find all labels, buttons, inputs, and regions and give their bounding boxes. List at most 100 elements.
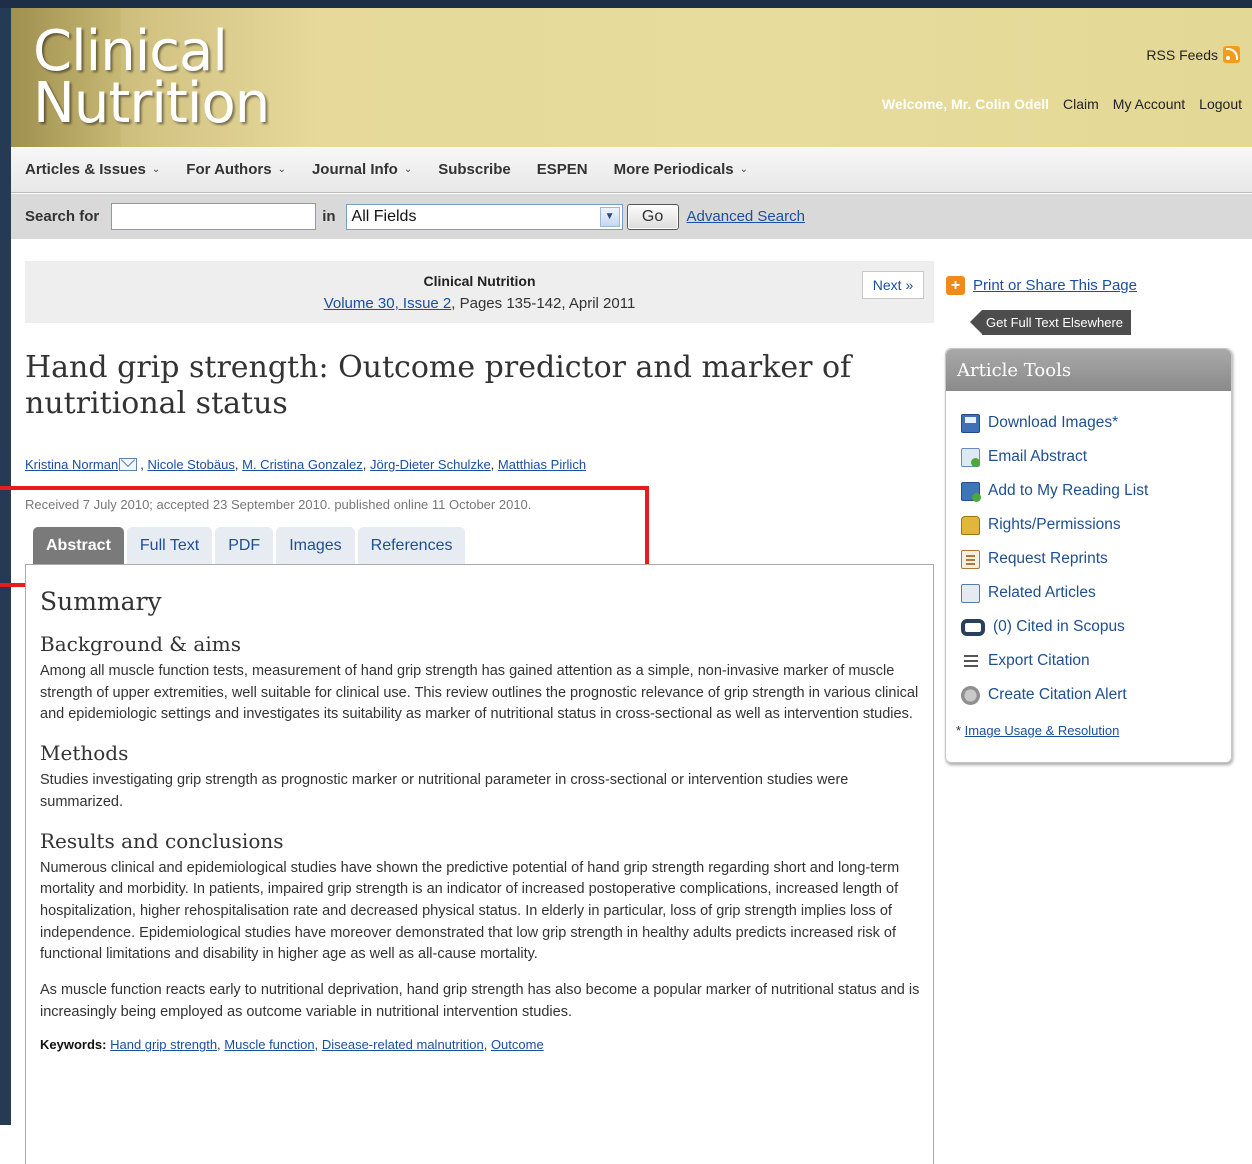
issue-info: Volume 30, Issue 2, Pages 135-142, April…: [25, 295, 934, 312]
tool-create-citation-alert[interactable]: Create Citation Alert: [961, 678, 1148, 712]
tool-label[interactable]: Request Reprints: [988, 550, 1108, 568]
print-share-link[interactable]: + Print or Share This Page: [946, 276, 1137, 295]
nav-label: More Periodicals: [613, 161, 734, 178]
reprints-icon: [961, 549, 980, 569]
author-link[interactable]: Nicole Stobäus: [147, 457, 234, 472]
user-links: Welcome, Mr. Colin Odell Claim My Accoun…: [882, 96, 1242, 112]
nav-subscribe[interactable]: Subscribe: [438, 161, 511, 178]
logout-link[interactable]: Logout: [1199, 96, 1242, 112]
author-link[interactable]: Matthias Pirlich: [498, 457, 586, 472]
note-prefix: *: [956, 723, 965, 738]
nav-more-periodicals[interactable]: More Periodicals ⌄: [614, 161, 748, 178]
chevron-down-icon: ⌄: [151, 164, 161, 175]
keyword-link[interactable]: Outcome: [491, 1037, 544, 1052]
tool-request-reprints[interactable]: Request Reprints: [961, 542, 1148, 576]
search-field-select[interactable]: All Fields ▼: [345, 203, 623, 230]
email-icon[interactable]: [119, 458, 138, 471]
claim-link[interactable]: Claim: [1063, 96, 1099, 112]
get-full-text-button[interactable]: Get Full Text Elsewhere: [969, 310, 1132, 335]
keyword-link[interactable]: Disease-related malnutrition: [322, 1037, 484, 1052]
main-nav: Articles & Issues ⌄ For Authors ⌄ Journal …: [11, 147, 1252, 193]
image-usage-link[interactable]: Image Usage & Resolution: [965, 723, 1120, 738]
select-value: All Fields: [351, 207, 417, 225]
author-link[interactable]: Jörg-Dieter Schulzke: [370, 457, 491, 472]
tool-label[interactable]: (0) Cited in Scopus: [993, 618, 1125, 636]
nav-label: Articles & Issues: [25, 161, 146, 178]
site-header: Clinical Nutrition RSS Feeds Welcome, Mr…: [11, 8, 1252, 147]
nav-label: ESPEN: [536, 161, 588, 178]
nav-label: Journal Info: [311, 161, 398, 178]
tool-email-abstract[interactable]: Email Abstract: [961, 440, 1148, 474]
tool-label[interactable]: Create Citation Alert: [988, 686, 1127, 704]
chevron-down-icon: ⌄: [403, 164, 413, 175]
logo-line-2: Nutrition: [33, 71, 270, 136]
keywords: Keywords: Hand grip strength, Muscle fun…: [40, 1037, 544, 1053]
article-tools-panel: Article Tools Download Images* Email Abs…: [945, 348, 1232, 763]
tool-export-citation[interactable]: Export Citation: [961, 644, 1148, 678]
go-button[interactable]: Go: [626, 203, 679, 230]
results-text-2: As muscle function reacts early to nutri…: [40, 982, 920, 1020]
nav-for-authors[interactable]: For Authors ⌄: [186, 161, 286, 178]
export-icon: [961, 652, 980, 671]
methods-heading: Methods: [40, 741, 129, 766]
rss-icon: [1223, 46, 1240, 63]
top-border: [0, 0, 1252, 8]
tool-label[interactable]: Email Abstract: [988, 448, 1087, 466]
article-tools-title: Article Tools: [946, 349, 1231, 391]
chevron-down-icon: ⌄: [739, 164, 749, 175]
keyword-link[interactable]: Hand grip strength: [110, 1037, 217, 1052]
pages-date: , Pages 135-142, April 2011: [451, 295, 636, 312]
nav-articles-issues[interactable]: Articles & Issues ⌄: [25, 161, 160, 178]
nav-espen[interactable]: ESPEN: [537, 161, 588, 178]
author-link[interactable]: M. Cristina Gonzalez: [242, 457, 363, 472]
results-text-1: Numerous clinical and epidemiological st…: [40, 859, 900, 963]
chevron-down-icon[interactable]: ▼: [599, 206, 620, 227]
welcome-text: Welcome, Mr. Colin Odell: [882, 96, 1050, 112]
nav-label: For Authors: [186, 161, 272, 178]
scopus-icon: [961, 618, 985, 636]
search-bar: Search for in All Fields ▼ Go Advanced S…: [11, 194, 1252, 239]
tool-reading-list[interactable]: Add to My Reading List: [961, 474, 1148, 508]
rss-feeds-link[interactable]: RSS Feeds: [1146, 46, 1240, 63]
article-tools-list: Download Images* Email Abstract Add to M…: [961, 406, 1148, 712]
background-text: Among all muscle function tests, measure…: [40, 663, 919, 723]
chevron-down-icon: ⌄: [277, 164, 286, 175]
abstract-panel: Summary Background & aims Among all musc…: [25, 564, 934, 1164]
summary-heading: Summary: [40, 587, 162, 616]
image-usage-note: * Image Usage & Resolution: [956, 723, 1119, 738]
tool-download-images[interactable]: Download Images*: [961, 406, 1148, 440]
search-input[interactable]: [111, 203, 317, 230]
nav-label: Subscribe: [438, 161, 511, 178]
advanced-search-link[interactable]: Advanced Search: [687, 208, 805, 225]
tool-label[interactable]: Download Images*: [988, 414, 1118, 432]
email-icon: [961, 447, 980, 467]
author-link[interactable]: Kristina Norman: [25, 457, 118, 472]
tool-cited-in-scopus[interactable]: (0) Cited in Scopus: [961, 610, 1148, 644]
methods-text: Studies investigating grip strength as p…: [40, 772, 849, 810]
issue-banner: Clinical Nutrition Volume 30, Issue 2, P…: [25, 261, 934, 323]
tool-label[interactable]: Related Articles: [988, 584, 1096, 602]
print-share-label[interactable]: Print or Share This Page: [973, 277, 1137, 294]
tool-label[interactable]: Add to My Reading List: [988, 482, 1148, 500]
tool-label[interactable]: Export Citation: [988, 652, 1090, 670]
tool-rights-permissions[interactable]: Rights/Permissions: [961, 508, 1148, 542]
next-article-button[interactable]: Next »: [862, 271, 924, 299]
rss-label: RSS Feeds: [1146, 46, 1218, 63]
related-articles-icon: [961, 583, 980, 603]
nav-journal-info[interactable]: Journal Info ⌄: [312, 161, 412, 178]
background-heading: Background & aims: [40, 632, 241, 656]
in-label: in: [322, 208, 336, 225]
tool-label[interactable]: Rights/Permissions: [988, 516, 1121, 534]
volume-link[interactable]: Volume 30, Issue 2: [324, 295, 452, 312]
my-account-link[interactable]: My Account: [1113, 96, 1185, 112]
alert-gear-icon: [961, 685, 980, 705]
plus-icon: +: [946, 276, 965, 295]
keyword-link[interactable]: Muscle function: [224, 1037, 314, 1052]
results-heading: Results and conclusions: [40, 828, 284, 853]
author-list: Kristina Norman, Nicole Stobäus, M. Cris…: [25, 457, 587, 472]
journal-name: Clinical Nutrition: [423, 273, 536, 289]
download-icon: [961, 413, 980, 433]
article-title: Hand grip strength: Outcome predictor an…: [25, 350, 852, 421]
tool-related-articles[interactable]: Related Articles: [961, 576, 1148, 610]
journal-logo[interactable]: Clinical Nutrition: [33, 24, 270, 136]
